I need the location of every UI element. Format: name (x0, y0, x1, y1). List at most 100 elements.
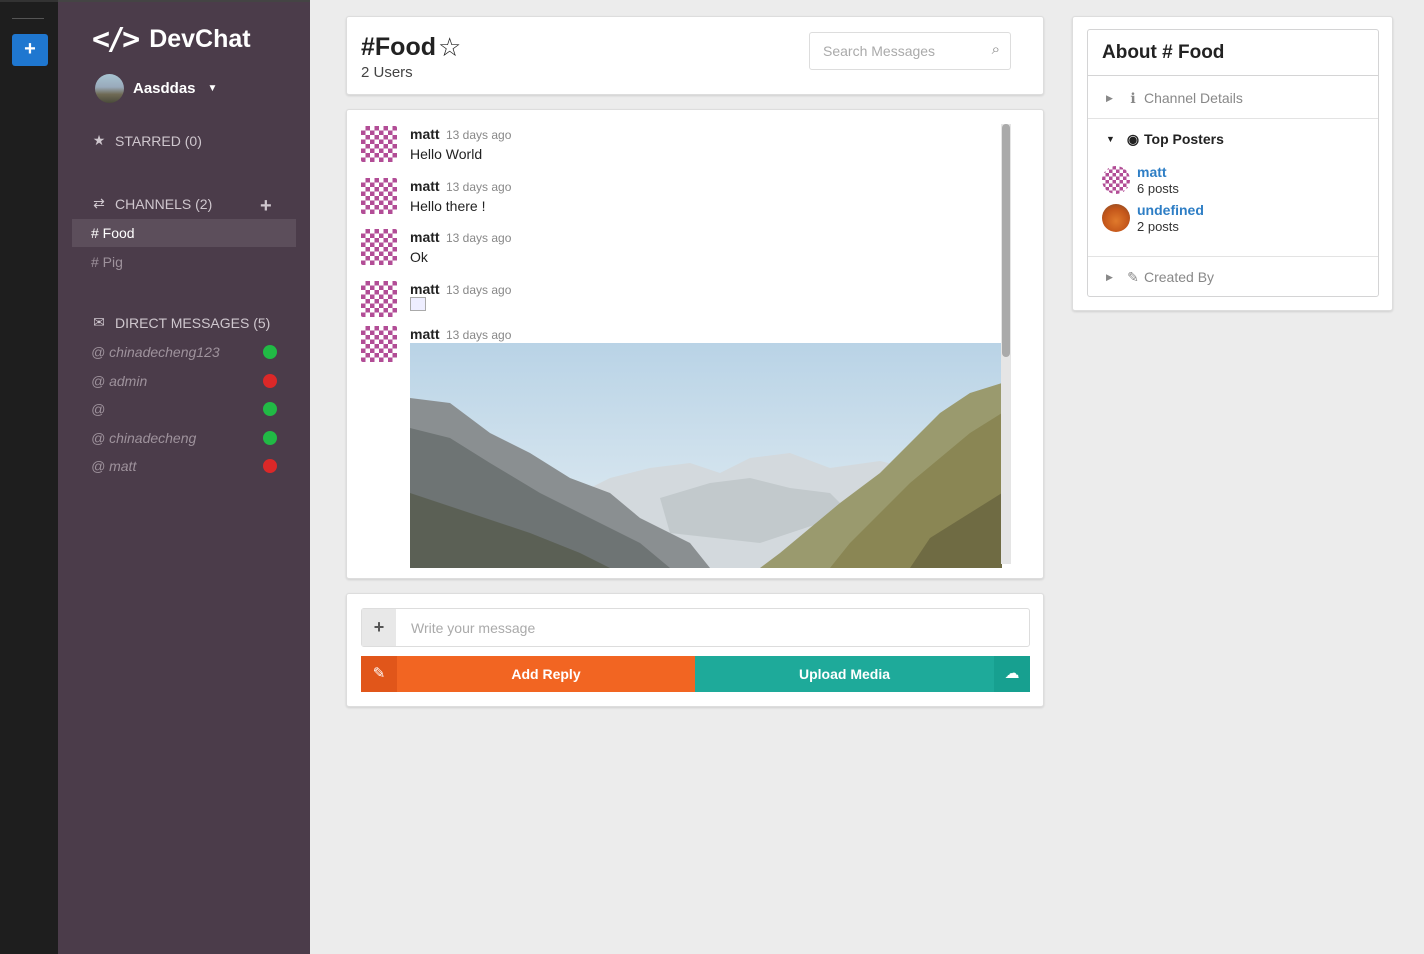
poster-count: 2 posts (1137, 219, 1179, 234)
user-panel[interactable]: Aasddas ▼ (95, 74, 217, 103)
channels-header: ⇄ CHANNELS (2) (91, 195, 212, 212)
dm-item-chinadecheng[interactable]: @ chinadecheng (91, 426, 277, 450)
messages-header: #Food ☆ 2 Users ⌕ (346, 16, 1044, 95)
channel-name: #Food (361, 33, 436, 61)
message-timestamp: 13 days ago (446, 128, 512, 142)
cloud-upload-icon: ☁ (994, 656, 1030, 692)
message-timestamp: 13 days ago (446, 328, 512, 342)
user-avatar (95, 74, 124, 103)
meta-title: About # Food (1088, 30, 1378, 76)
user-name[interactable]: Aasddas (133, 80, 196, 97)
message-author: matt (410, 281, 440, 297)
dm-item-admin[interactable]: @ admin (91, 369, 277, 393)
user-circle-icon: ◉ (1126, 131, 1140, 147)
app-logo: </> DevChat (92, 22, 251, 57)
poster-name[interactable]: matt (1137, 164, 1167, 180)
status-online-icon (263, 345, 277, 359)
caret-down-icon: ▼ (1106, 134, 1115, 144)
message-timestamp: 13 days ago (446, 231, 512, 245)
dm-label: @ admin (91, 373, 148, 389)
channels-label: CHANNELS (2) (115, 195, 213, 212)
starred-label: STARRED (0) (115, 132, 202, 149)
channel-title: #Food ☆ (361, 32, 461, 63)
info-icon: ℹ (1130, 90, 1136, 106)
channel-item-pig[interactable]: # Pig (72, 248, 296, 276)
top-posters-toggle[interactable]: ▼ ◉ Top Posters (1088, 119, 1378, 159)
mountain-landscape-image (410, 343, 1002, 568)
avatar (361, 126, 397, 162)
avatar (1102, 204, 1130, 232)
add-icon[interactable]: + (362, 609, 396, 646)
dm-item-chinadecheng123[interactable]: @ chinadecheng123 (91, 340, 277, 364)
exchange-icon: ⇄ (93, 195, 105, 211)
message-input[interactable] (397, 609, 1027, 646)
message-text: Hello World (410, 146, 483, 162)
broken-image-icon[interactable] (410, 297, 426, 311)
sidebar: </> DevChat Aasddas ▼ ★ STARRED (0) ⇄ CH… (58, 0, 310, 954)
status-offline-icon (263, 459, 277, 473)
scrollbar-thumb[interactable] (1002, 124, 1010, 357)
caret-right-icon: ▶ (1106, 93, 1113, 103)
search-input[interactable] (810, 33, 980, 69)
message-author: matt (410, 178, 440, 194)
status-offline-icon (263, 374, 277, 388)
add-color-button[interactable]: + (12, 34, 48, 66)
add-reply-button[interactable]: ✎ Add Reply (361, 656, 695, 692)
status-online-icon (263, 431, 277, 445)
message-timestamp: 13 days ago (446, 283, 512, 297)
channel-details-toggle[interactable]: ▶ ℹ Channel Details (1088, 78, 1378, 118)
message-form: + ✎ Add Reply Upload Media ☁ (346, 593, 1044, 707)
poster-count: 6 posts (1137, 181, 1179, 196)
pencil-icon: ✎ (1127, 269, 1139, 285)
direct-messages-header: ✉ DIRECT MESSAGES (5) (91, 314, 270, 331)
starred-header: ★ STARRED (0) (91, 132, 202, 149)
user-count: 2 Users (361, 64, 413, 81)
message-author: matt (410, 229, 440, 245)
star-outline-icon[interactable]: ☆ (438, 32, 461, 63)
search-box: ⌕ (809, 32, 1011, 70)
channel-item-food[interactable]: # Food (72, 219, 296, 247)
mail-icon: ✉ (93, 314, 105, 330)
upload-media-button[interactable]: Upload Media ☁ (695, 656, 1030, 692)
meta-box: About # Food ▶ ℹ Channel Details ▼ ◉ Top… (1087, 29, 1379, 297)
avatar (361, 229, 397, 265)
upload-media-label: Upload Media (798, 666, 890, 682)
add-channel-icon[interactable]: + (260, 195, 272, 218)
message-input-wrapper: + (361, 608, 1030, 647)
avatar (361, 178, 397, 214)
messages-scrollbar[interactable] (1001, 124, 1011, 564)
avatar (361, 326, 397, 362)
avatar (361, 281, 397, 317)
status-online-icon (263, 402, 277, 416)
color-panel-divider (12, 18, 44, 19)
dm-label: @ matt (91, 458, 137, 474)
star-icon: ★ (92, 132, 106, 148)
color-panel: + (0, 0, 58, 954)
code-icon: </> (92, 22, 140, 57)
edit-icon: ✎ (361, 656, 397, 692)
messages-panel: matt 13 days ago Hello World matt 13 day… (346, 109, 1044, 579)
app-title: DevChat (149, 25, 251, 53)
created-by-label: Created By (1144, 269, 1215, 285)
direct-messages-label: DIRECT MESSAGES (5) (115, 314, 271, 331)
message-text: Ok (410, 249, 428, 265)
message-image[interactable] (410, 343, 1002, 568)
dm-item-matt[interactable]: @ matt (91, 454, 277, 478)
dm-item-unnamed[interactable]: @ (91, 397, 277, 421)
message-text: Hello there ! (410, 198, 486, 214)
created-by-toggle[interactable]: ▶ ✎ Created By (1088, 257, 1378, 297)
dm-label: @ chinadecheng123 (91, 344, 220, 360)
search-icon[interactable]: ⌕ (992, 41, 1000, 58)
message-timestamp: 13 days ago (446, 180, 512, 194)
dm-label: @ (91, 401, 106, 417)
message-author: matt (410, 126, 440, 142)
caret-right-icon: ▶ (1106, 272, 1113, 282)
dm-label: @ chinadecheng (91, 430, 197, 446)
message-author: matt (410, 326, 440, 342)
dropdown-icon[interactable]: ▼ (208, 83, 218, 94)
channel-details-label: Channel Details (1144, 90, 1243, 106)
poster-name[interactable]: undefined (1137, 202, 1204, 218)
add-reply-label: Add Reply (511, 666, 581, 682)
avatar (1102, 166, 1130, 194)
meta-panel: About # Food ▶ ℹ Channel Details ▼ ◉ Top… (1072, 16, 1393, 311)
